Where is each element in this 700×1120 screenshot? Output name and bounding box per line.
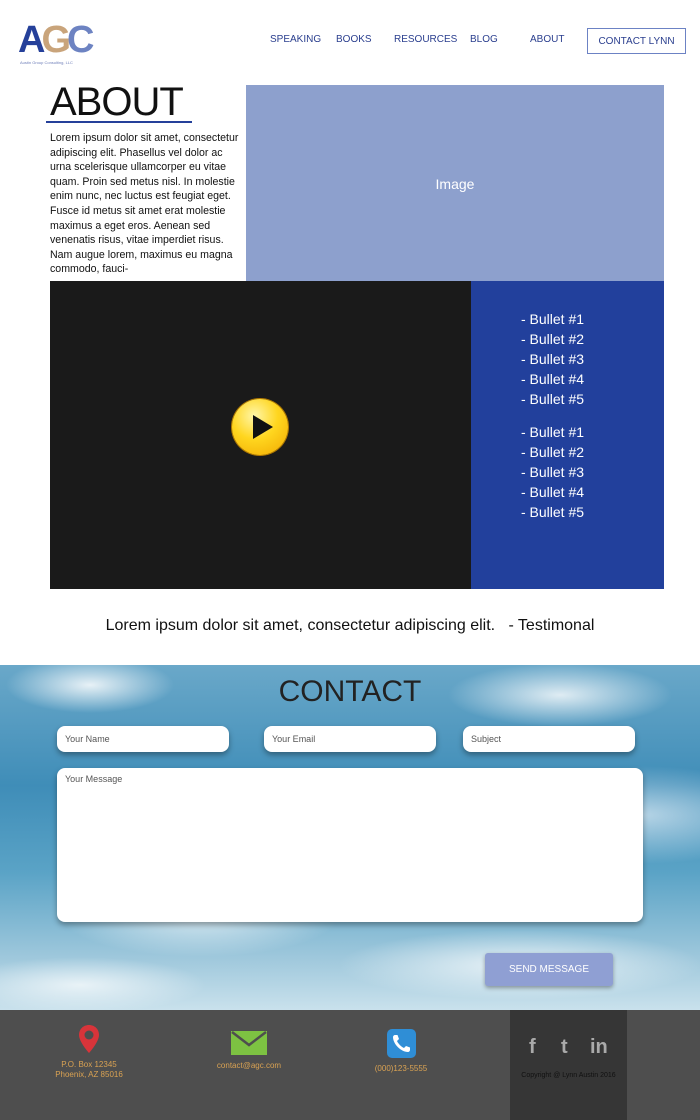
envelope-icon — [231, 1031, 267, 1055]
copyright-text: Copyright @ Lynn Austin 2016 — [521, 1072, 616, 1079]
image-placeholder: Image — [246, 85, 664, 282]
location-pin-icon — [79, 1025, 99, 1053]
bullet-item: - Bullet #4 — [521, 371, 585, 387]
bullet-panel: - Bullet #1 - Bullet #2 - Bullet #3 - Bu… — [471, 281, 664, 589]
bullet-item: - Bullet #5 — [521, 391, 585, 407]
social-panel: f t in Copyright @ Lynn Austin 2016 — [510, 1010, 627, 1120]
subject-field-placeholder: Subject — [471, 734, 502, 744]
nav-books[interactable]: BOOKS — [336, 34, 372, 45]
play-icon[interactable] — [232, 399, 288, 455]
message-field-placeholder: Your Message — [65, 774, 123, 784]
address-line-1: P.O. Box 12345 — [61, 1060, 117, 1069]
video-player[interactable] — [50, 281, 471, 589]
bullet-item: - Bullet #3 — [521, 464, 585, 480]
agc-logo[interactable]: AGC Austin Group Consulting, LLC — [18, 18, 102, 68]
phone-icon — [386, 1029, 416, 1058]
message-field[interactable]: Your Message — [57, 768, 643, 922]
subject-field[interactable]: Subject — [463, 726, 635, 752]
footer-email[interactable]: contact@agc.com — [200, 1010, 298, 1071]
linkedin-icon[interactable]: in — [590, 1036, 608, 1059]
bullet-item: - Bullet #3 — [521, 351, 585, 367]
about-body: Lorem ipsum dolor sit amet, consectetur … — [50, 132, 239, 276]
bullet-item: - Bullet #2 — [521, 444, 585, 460]
site-footer: P.O. Box 12345 Phoenix, AZ 85016 contact… — [0, 1010, 700, 1120]
image-placeholder-label: Image — [435, 175, 475, 192]
name-field[interactable]: Your Name — [57, 726, 229, 752]
email-field-placeholder: Your Email — [272, 734, 316, 744]
nav-about[interactable]: ABOUT — [530, 34, 564, 45]
testimonial-quote: Lorem ipsum dolor sit amet, consectetur … — [105, 617, 595, 634]
site-header: AGC Austin Group Consulting, LLC SPEAKIN… — [0, 0, 700, 80]
bullet-item: - Bullet #4 — [521, 484, 585, 500]
bullet-item: - Bullet #1 — [521, 311, 585, 327]
footer-phone-text[interactable]: (000)123-5555 — [352, 1064, 450, 1074]
email-field[interactable]: Your Email — [264, 726, 436, 752]
nav-speaking[interactable]: SPEAKING — [270, 34, 321, 45]
logo-tagline: Austin Group Consulting, LLC — [20, 60, 73, 65]
contact-title: CONTACT — [278, 675, 422, 708]
bullet-item: - Bullet #1 — [521, 424, 585, 440]
send-message-button[interactable]: SEND MESSAGE — [485, 953, 613, 986]
bullet-item: - Bullet #5 — [521, 504, 585, 520]
bullet-list-1: - Bullet #1 - Bullet #2 - Bullet #3 - Bu… — [521, 309, 584, 409]
footer-address: P.O. Box 12345 Phoenix, AZ 85016 — [40, 1010, 138, 1080]
footer-phone[interactable]: (000)123-5555 — [352, 1010, 450, 1074]
nav-resources[interactable]: RESOURCES — [394, 34, 457, 45]
twitter-icon[interactable]: t — [561, 1036, 568, 1059]
logo-mark: AGC — [18, 19, 95, 61]
about-title-underline — [46, 121, 192, 123]
nav-blog[interactable]: BLOG — [470, 34, 498, 45]
bullet-list-2: - Bullet #1 - Bullet #2 - Bullet #3 - Bu… — [521, 422, 584, 522]
bullet-item: - Bullet #2 — [521, 331, 585, 347]
facebook-icon[interactable]: f — [529, 1036, 536, 1059]
contact-section: CONTACT Your Name Your Email Subject You… — [0, 665, 700, 1010]
contact-lynn-button[interactable]: CONTACT LYNN — [587, 28, 686, 54]
name-field-placeholder: Your Name — [65, 734, 110, 744]
about-title: ABOUT — [50, 80, 184, 124]
address-line-2: Phoenix, AZ 85016 — [55, 1070, 123, 1079]
footer-email-text[interactable]: contact@agc.com — [200, 1061, 298, 1071]
